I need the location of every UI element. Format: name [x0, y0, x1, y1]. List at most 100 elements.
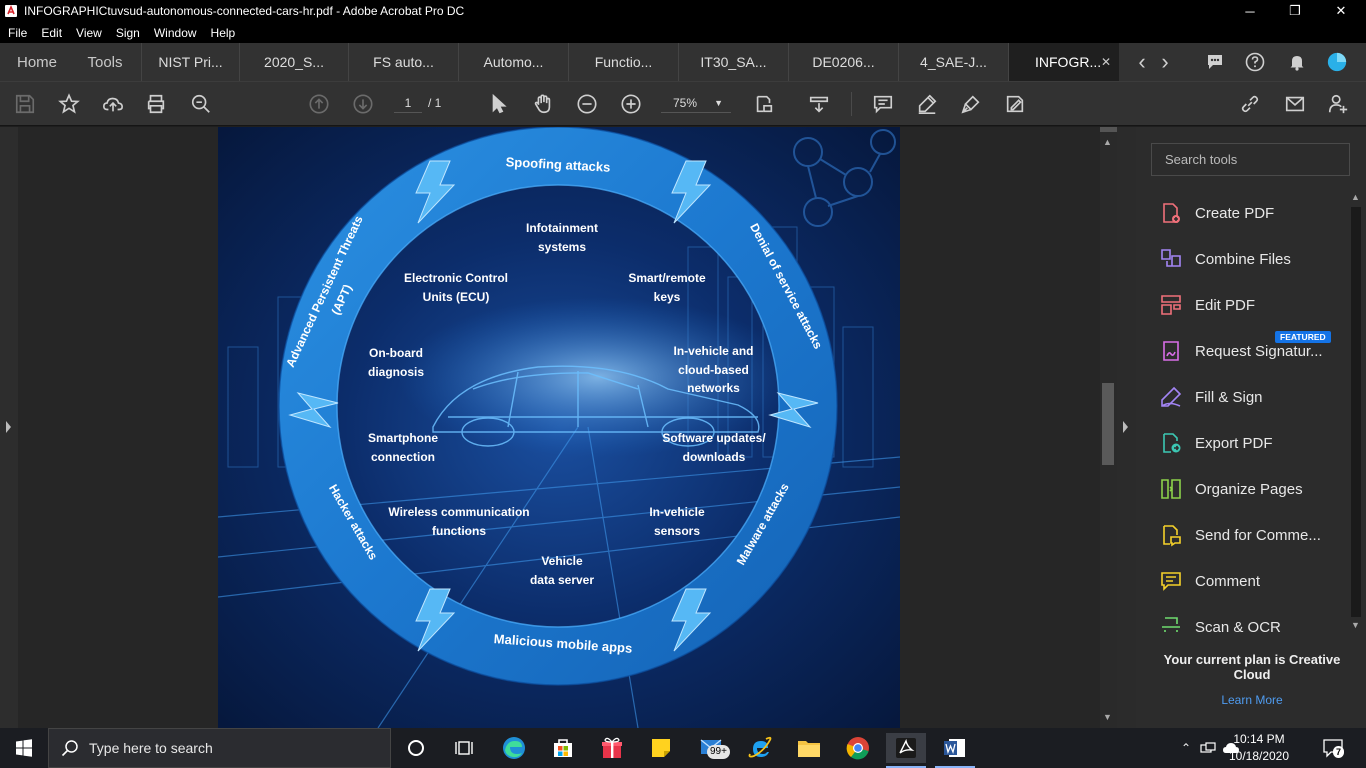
menu-file[interactable]: File [0, 26, 33, 40]
tray-chevron-up-icon[interactable]: ⌃ [1181, 741, 1191, 755]
tab-document[interactable]: DE0206... [789, 43, 899, 81]
word-icon[interactable] [935, 733, 975, 768]
tool-create-pdf[interactable]: Create PDF [1158, 198, 1348, 228]
tab-document[interactable]: FS auto... [349, 43, 459, 81]
taskbar-clock[interactable]: 10:14 PM 10/18/2020 [1224, 731, 1294, 765]
document-scrollbar[interactable]: ▲ ▼ [1100, 127, 1117, 728]
hand-tool-icon[interactable] [531, 92, 555, 116]
mail-app-icon[interactable]: 99+ [692, 733, 732, 763]
page-number-input[interactable]: 1 [394, 93, 422, 113]
mail-badge: 99+ [707, 745, 730, 759]
menu-sign[interactable]: Sign [108, 26, 146, 40]
chat-icon[interactable] [1205, 52, 1225, 72]
tool-organize-pages[interactable]: Organize Pages [1158, 474, 1348, 504]
tool-scan-ocr[interactable]: Scan & OCR [1158, 612, 1348, 632]
zoom-level-select[interactable]: 75% ▼ [661, 93, 731, 113]
chrome-icon[interactable] [838, 733, 878, 763]
sign-pen-icon[interactable] [959, 92, 983, 116]
label-infotainment: Infotainment systems [526, 221, 598, 254]
tab-home[interactable]: Home [6, 43, 68, 81]
tab-document[interactable]: 4_SAE-J... [899, 43, 1009, 81]
tools-scroll-up-icon[interactable]: ▲ [1351, 192, 1360, 202]
tool-comment[interactable]: Comment [1158, 566, 1348, 596]
tool-label: Scan & OCR [1195, 618, 1281, 633]
close-tab-icon[interactable]: ✕ [1101, 55, 1111, 69]
gift-app-icon[interactable] [592, 733, 632, 763]
pane-splitter[interactable] [1117, 127, 1136, 728]
scrollbar-thumb[interactable] [1102, 383, 1114, 465]
menu-edit[interactable]: Edit [33, 26, 68, 40]
tab-document[interactable]: IT30_SA... [679, 43, 789, 81]
tool-edit-pdf[interactable]: Edit PDF [1158, 290, 1348, 320]
tool-fill-sign[interactable]: Fill & Sign [1158, 382, 1348, 412]
tab-prev-icon[interactable]: ‹ [1132, 49, 1152, 74]
tab-tools[interactable]: Tools [76, 43, 134, 81]
share-link-icon[interactable] [1238, 92, 1262, 116]
search-icon [61, 740, 78, 757]
tab-document[interactable]: Automo... [459, 43, 569, 81]
action-center-icon[interactable]: 7 [1322, 738, 1346, 760]
tab-document[interactable]: 2020_S... [240, 43, 349, 81]
minimize-button[interactable]: ─ [1227, 0, 1273, 22]
network-icon[interactable] [1200, 741, 1216, 755]
find-zoom-icon[interactable] [189, 92, 213, 116]
menu-window[interactable]: Window [146, 26, 203, 40]
learn-more-link[interactable]: Learn More [1154, 693, 1350, 707]
tool-send-for-comments[interactable]: Send for Comme... [1158, 520, 1348, 550]
select-cursor-icon[interactable] [487, 92, 511, 116]
tab-next-icon[interactable]: › [1155, 49, 1175, 74]
microsoft-store-icon[interactable] [543, 733, 583, 763]
tab-document-active[interactable]: INFOGR... ✕ [1009, 43, 1119, 81]
internet-explorer-icon[interactable] [740, 733, 780, 763]
scroll-down-icon[interactable]: ▼ [1103, 712, 1112, 722]
previous-page-icon[interactable] [307, 92, 331, 116]
tools-scroll-down-icon[interactable]: ▼ [1351, 620, 1360, 630]
chevron-down-icon: ▼ [714, 98, 723, 108]
bookmark-star-icon[interactable] [57, 92, 81, 116]
acrobat-taskbar-icon[interactable] [886, 733, 926, 768]
tool-combine-files[interactable]: Combine Files [1158, 244, 1348, 274]
tab-document[interactable]: Functio... [569, 43, 679, 81]
scroll-up-icon[interactable]: ▲ [1103, 137, 1112, 147]
sticky-notes-icon[interactable] [641, 733, 681, 763]
tool-label: Edit PDF [1195, 296, 1256, 314]
restore-button[interactable]: ❐ [1272, 0, 1318, 22]
tools-scrollbar[interactable]: ▲ ▼ [1348, 192, 1364, 632]
next-page-icon[interactable] [351, 92, 375, 116]
save-icon[interactable] [13, 92, 37, 116]
taskbar-search-box[interactable]: Type here to search [48, 728, 391, 768]
upload-cloud-icon[interactable] [101, 92, 125, 116]
windows-start-icon[interactable] [4, 733, 44, 763]
request-signature-icon [1158, 338, 1184, 364]
tab-document[interactable]: NIST Pri... [141, 43, 240, 81]
file-explorer-icon[interactable] [789, 733, 829, 763]
search-tools-input[interactable]: Search tools [1151, 143, 1350, 176]
print-icon[interactable] [144, 92, 168, 116]
edit-tools-icon[interactable] [1003, 92, 1027, 116]
creative-cloud-avatar-icon[interactable] [1327, 52, 1347, 72]
label-data-server: Vehicle data server [529, 554, 595, 587]
cortana-icon[interactable] [396, 733, 436, 763]
scroll-mode-icon[interactable] [807, 92, 831, 116]
email-icon[interactable] [1283, 92, 1307, 116]
create-pdf-icon [1158, 200, 1184, 226]
page-count: / 1 [428, 96, 442, 110]
add-user-icon[interactable] [1326, 92, 1350, 116]
current-plan-text: Your current plan is Creative Cloud [1163, 652, 1341, 682]
highlight-pen-icon[interactable] [915, 92, 939, 116]
comment-icon[interactable] [871, 92, 895, 116]
help-icon[interactable] [1245, 52, 1265, 72]
menu-view[interactable]: View [68, 26, 108, 40]
zoom-out-icon[interactable] [575, 92, 599, 116]
label-sensors: In-vehicle sensors [649, 505, 705, 538]
menu-bar: File Edit View Sign Window Help [0, 22, 1366, 43]
tools-scrollbar-thumb[interactable] [1351, 207, 1361, 617]
notifications-bell-icon[interactable] [1287, 52, 1307, 72]
task-view-icon[interactable] [444, 733, 484, 763]
close-window-button[interactable]: ✕ [1318, 0, 1364, 22]
tool-export-pdf[interactable]: Export PDF [1158, 428, 1348, 458]
edge-browser-icon[interactable] [494, 733, 534, 763]
zoom-in-icon[interactable] [619, 92, 643, 116]
menu-help[interactable]: Help [203, 26, 242, 40]
page-fit-icon[interactable] [752, 92, 776, 116]
